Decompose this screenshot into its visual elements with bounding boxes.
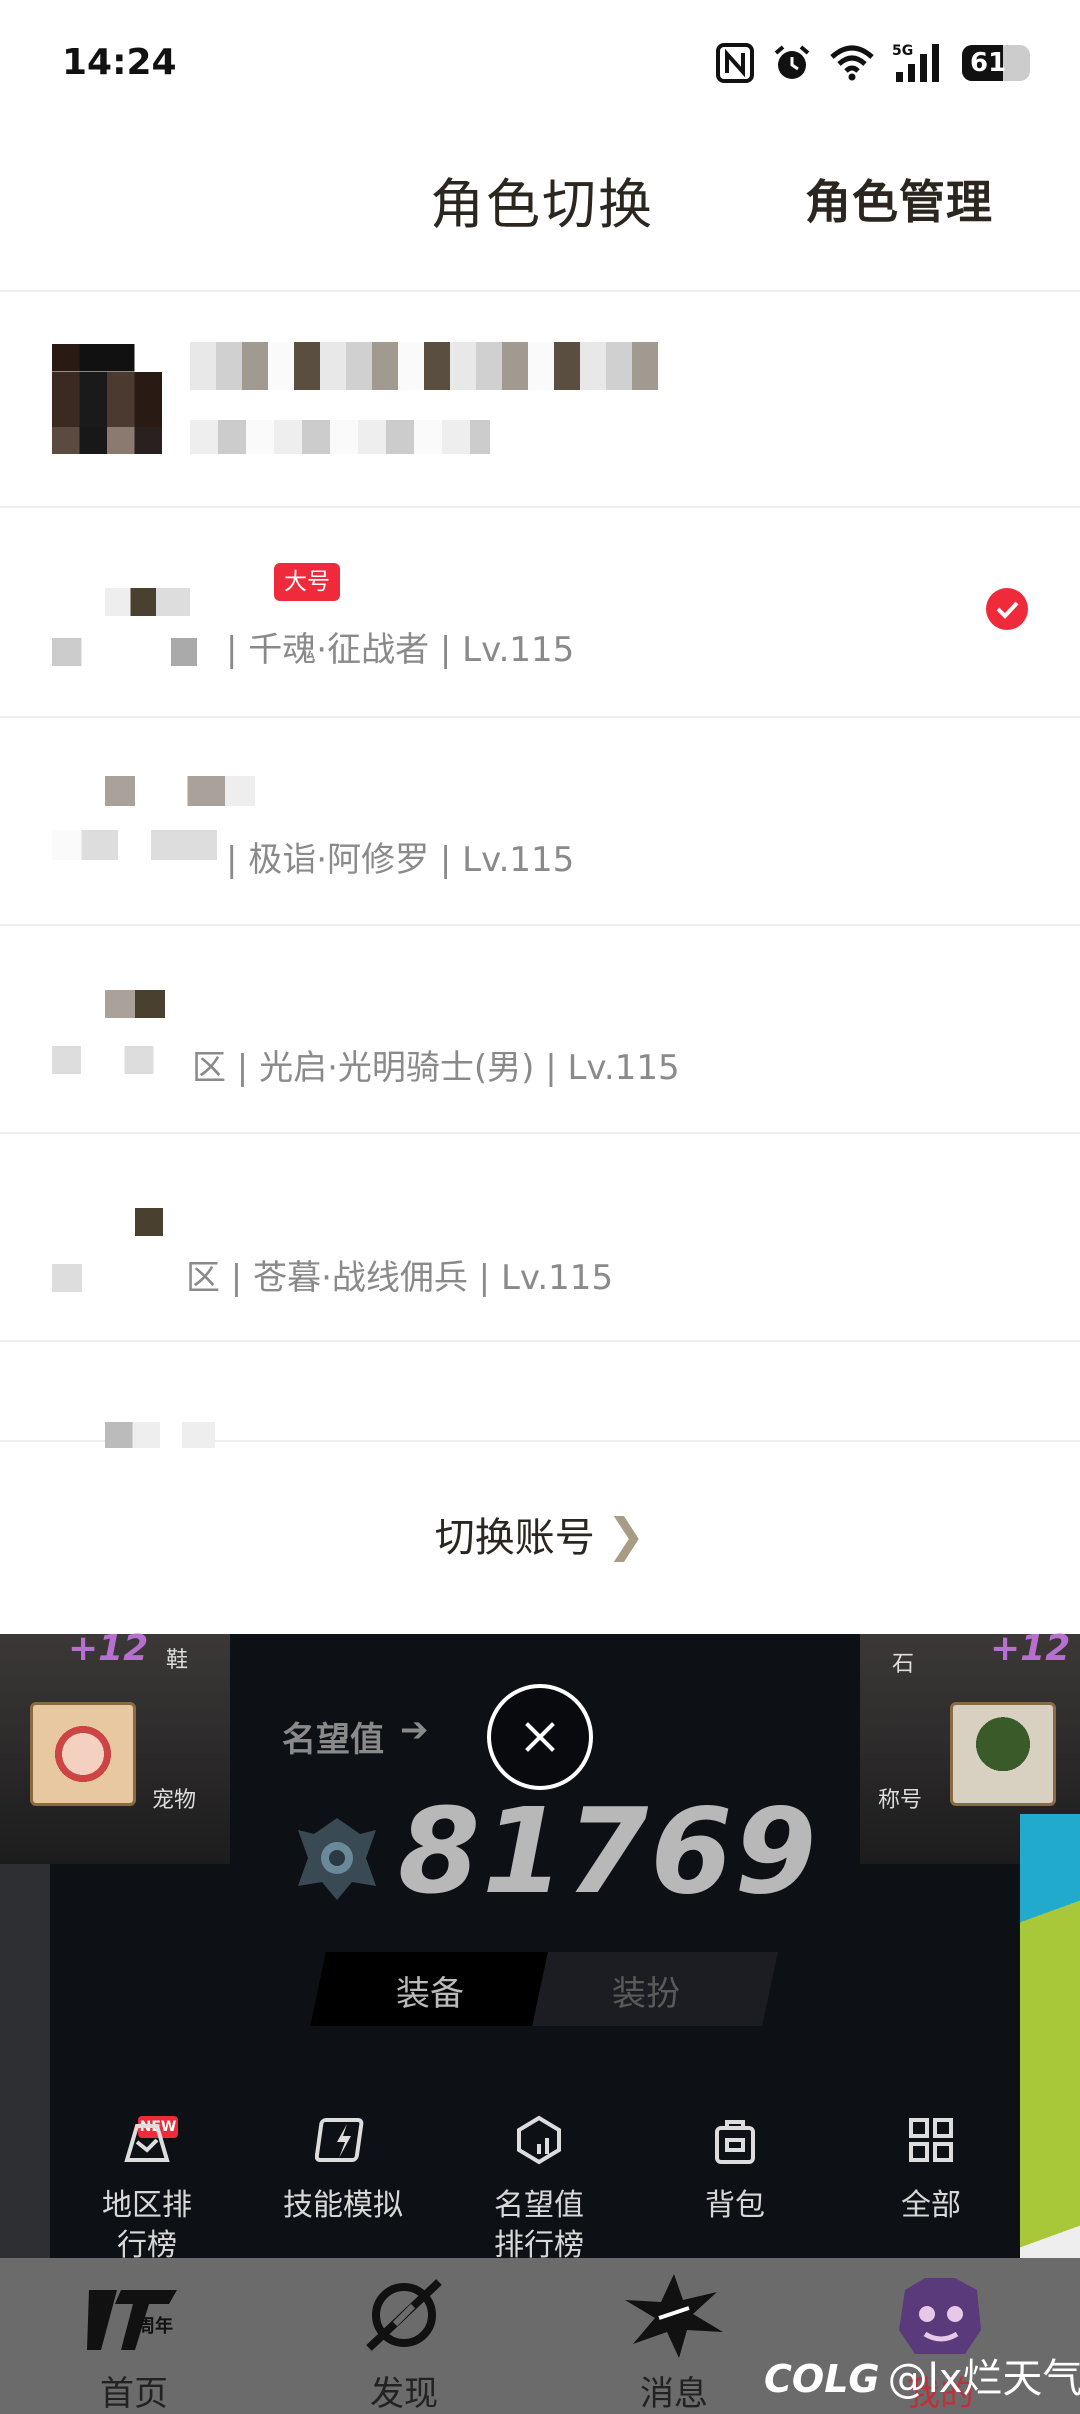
slot-label-stone: 石 xyxy=(892,1652,915,1677)
alarm-icon xyxy=(772,43,812,83)
fn-region-rank[interactable]: 地区排 行榜 xyxy=(62,2112,232,2266)
enhance-level-left: +12 xyxy=(68,1628,149,1669)
switch-account-label: 切换账号 xyxy=(434,1515,595,1561)
fn-skill-sim[interactable]: 技能模拟 xyxy=(258,2112,428,2226)
status-bar: 14:24 5G 61 xyxy=(0,0,1080,130)
role-info: 区 | 苍暮·战线佣兵 | Lv.115 xyxy=(186,1258,614,1298)
account-id-mask xyxy=(190,420,490,454)
nav-home[interactable]: 周年 首页 xyxy=(34,2270,234,2414)
fame-label: 名望值 xyxy=(282,1720,384,1760)
battery-level: 61 xyxy=(970,48,1007,78)
account-row xyxy=(0,290,1080,506)
slot-label-shoes: 鞋 xyxy=(166,1648,189,1673)
watermark-brand: COLG xyxy=(764,2357,880,2401)
pet-thumbnail[interactable] xyxy=(30,1702,136,1806)
role-row[interactable] xyxy=(0,924,1080,1132)
discover-icon xyxy=(366,2279,442,2351)
close-button[interactable] xyxy=(487,1684,593,1790)
slot-label-title: 称号 xyxy=(878,1788,923,1813)
role-info: 区 | 光启·光明骑士(男) | Lv.115 xyxy=(192,1048,680,1088)
fn-label: 全部 xyxy=(901,2188,961,2223)
battery-indicator: 61 xyxy=(962,45,1030,81)
enhance-level-right: +12 xyxy=(990,1628,1071,1669)
fame-rank-icon xyxy=(517,2115,561,2165)
fn-label: 技能模拟 xyxy=(283,2188,403,2223)
skill-sim-icon xyxy=(314,2118,364,2162)
network-type-label: 5G xyxy=(892,43,913,59)
arrow-right-icon[interactable]: ➔ xyxy=(400,1710,429,1750)
fn-label: 地区排 行榜 xyxy=(102,2188,192,2263)
title-thumbnail[interactable] xyxy=(950,1702,1056,1806)
signal-5g-icon: 5G xyxy=(892,43,944,83)
nfc-icon xyxy=(716,43,754,83)
wifi-icon xyxy=(830,43,874,83)
fn-label: 背包 xyxy=(705,2188,765,2223)
grid-icon xyxy=(909,2118,953,2162)
role-server-mask xyxy=(52,1264,82,1292)
role-info: | 千魂·征战者 | Lv.115 xyxy=(226,630,575,670)
nav-message[interactable]: 消息 xyxy=(574,2270,774,2414)
watermark-handle: @lx烂天气 xyxy=(887,2356,1080,2402)
fame-value: 81769 xyxy=(398,1782,819,1920)
watermark: COLG @lx烂天气 xyxy=(764,2346,1080,2404)
role-info: | 极诣·阿修罗 | Lv.115 xyxy=(226,840,575,880)
role-name-mask xyxy=(105,588,190,616)
tab-appearance[interactable]: 装扮 xyxy=(612,1966,680,2015)
status-time: 14:24 xyxy=(62,42,177,83)
selected-check-icon xyxy=(986,588,1028,630)
role-server-mask xyxy=(52,1046,197,1074)
svg-text:周年: 周年 xyxy=(137,2315,173,2337)
status-icons: 5G 61 xyxy=(716,38,1030,88)
role-name-mask xyxy=(135,1208,163,1236)
tab-equipment[interactable]: 装备 xyxy=(396,1966,464,2015)
main-account-badge: 大号 xyxy=(274,563,340,601)
home-logo-icon: 周年 xyxy=(87,2290,177,2350)
fame-emblem-icon xyxy=(298,1818,376,1900)
message-icon xyxy=(625,2274,723,2358)
fn-all[interactable]: 全部 xyxy=(846,2112,1016,2226)
rank-map-icon xyxy=(124,2124,170,2162)
role-row[interactable] xyxy=(0,506,1080,716)
bag-icon xyxy=(715,2120,755,2164)
chevron-right-icon: ❯ xyxy=(606,1508,646,1562)
switch-account-button[interactable]: 切换账号 ❯ xyxy=(0,1505,1080,1563)
role-manage-button[interactable]: 角色管理 xyxy=(805,166,993,232)
role-server-mask xyxy=(52,830,217,860)
role-name-mask xyxy=(105,776,255,806)
account-name-mask xyxy=(190,342,660,390)
page-title: 角色切换 xyxy=(430,173,654,236)
slot-label-pet: 宠物 xyxy=(152,1788,197,1813)
nav-label: 消息 xyxy=(640,2374,708,2414)
nav-discover[interactable]: 发现 xyxy=(304,2270,504,2414)
role-row[interactable] xyxy=(0,1340,1080,1448)
role-row[interactable] xyxy=(0,716,1080,924)
role-server-mask xyxy=(52,638,217,666)
fn-bag[interactable]: 背包 xyxy=(650,2112,820,2226)
role-name-mask xyxy=(105,990,165,1018)
nav-label: 发现 xyxy=(370,2374,438,2414)
fn-label: 名望值 排行榜 xyxy=(494,2188,584,2263)
fn-fame-rank[interactable]: 名望值 排行榜 xyxy=(454,2112,624,2266)
nav-label: 首页 xyxy=(100,2374,168,2414)
decor-stripe xyxy=(1020,1814,1080,2334)
account-avatar xyxy=(52,344,162,454)
role-row[interactable] xyxy=(0,1132,1080,1340)
role-name-mask xyxy=(105,1422,215,1448)
